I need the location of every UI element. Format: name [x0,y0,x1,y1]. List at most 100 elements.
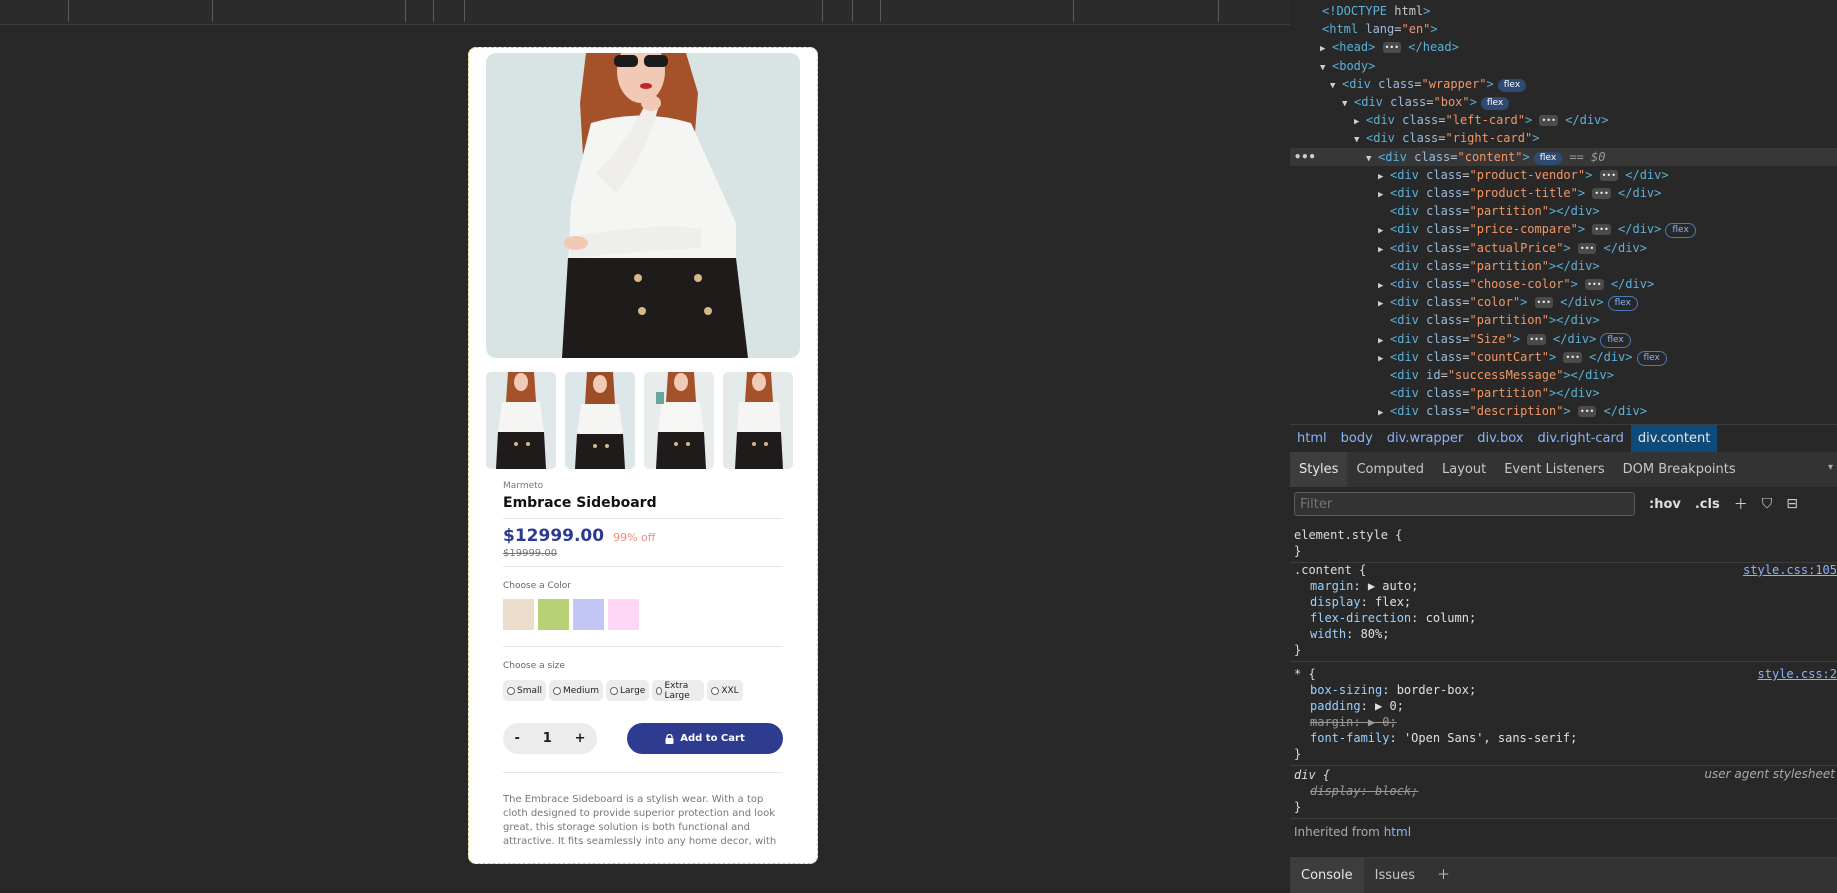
size-option-large[interactable]: Large [606,680,650,701]
css-property[interactable]: flex-direction: column; [1310,610,1476,626]
expand-icon[interactable]: ▶ [1378,404,1390,422]
tab-issues[interactable]: Issues [1364,858,1426,893]
add-tab-icon[interactable]: ＋ [1426,858,1461,893]
breadcrumb-item[interactable]: div.box [1470,425,1530,452]
styles-toolbar: :hov .cls ＋ ⛉ ⊟ [1290,487,1837,521]
color-swatch-lavender[interactable] [573,599,604,630]
dom-node[interactable]: ▶ <div class="actualPrice"> ••• </div> [1378,239,1647,257]
flex-badge[interactable]: flex [1497,78,1527,92]
styles-pane: element.style { } .content { style.css:1… [1290,521,1837,851]
universal-rule-selector[interactable]: * { [1294,666,1316,682]
color-swatch-beige[interactable] [503,599,534,630]
dom-node[interactable]: ▼ <div class="box"> flex [1342,93,1510,113]
dom-node[interactable]: ▼ <div class="right-card"> [1354,129,1539,147]
css-property[interactable]: font-family: 'Open Sans', sans-serif; [1310,730,1577,746]
css-property[interactable]: padding: ▶ 0; [1310,698,1404,714]
size-option-medium[interactable]: Medium [549,680,603,701]
page-viewport: Marmeto Embrace Sideboard $12999.00 99% … [0,0,1290,892]
radio-icon[interactable] [610,686,618,695]
add-to-cart-label: Add to Cart [680,733,745,744]
product-thumbnail[interactable] [644,372,714,469]
inherited-from-link[interactable]: html [1384,825,1411,839]
flex-badge[interactable]: flex [1533,151,1563,165]
dom-node[interactable]: ▼ <div class="wrapper"> flex [1330,75,1527,95]
quantity-increase-button[interactable]: + [575,731,586,746]
content-rule-selector[interactable]: .content { [1294,562,1366,578]
quantity-decrease-button[interactable]: - [514,731,519,746]
dom-node[interactable]: <div class="partition"></div> [1378,311,1600,329]
hov-toggle[interactable]: :hov [1649,497,1681,512]
breadcrumb-item[interactable]: html [1290,425,1334,452]
dom-node[interactable]: ▶ <div class="Size"> ••• </div> flex [1378,330,1631,348]
chevron-down-icon[interactable]: ▾ [1828,462,1833,473]
dom-node[interactable]: <div class="partition"></div> [1378,384,1600,402]
filter-input[interactable] [1294,492,1635,516]
flex-badge[interactable]: flex [1636,350,1667,366]
tab-computed[interactable]: Computed [1347,452,1433,487]
tab-event-listeners[interactable]: Event Listeners [1495,452,1613,487]
element-style-selector[interactable]: element.style { [1294,527,1402,543]
color-swatch-green[interactable] [538,599,569,630]
dom-node[interactable]: ▶ <div class="description"> ••• </div> [1378,402,1647,420]
color-swatches [503,599,783,630]
dom-node[interactable]: ▶ <div class="price-compare"> ••• </div> f… [1378,220,1696,239]
tab-layout[interactable]: Layout [1433,452,1495,487]
tab-console[interactable]: Console [1290,858,1364,893]
dom-node[interactable]: ▶ <div class="product-title"> ••• </div> [1378,184,1661,202]
expand-icon[interactable]: ▼ [1330,77,1342,95]
dom-node[interactable]: <!DOCTYPE html> [1310,2,1430,20]
expand-icon[interactable]: ▼ [1366,150,1378,168]
dom-tree: <!DOCTYPE html> <html lang="en"> ▶ <head> •… [1290,0,1837,424]
product-thumbnail[interactable] [486,372,556,469]
dom-node[interactable]: ▶ <div class="product-vendor"> ••• </div> [1378,166,1669,184]
css-property[interactable]: display: flex; [1310,594,1411,610]
tab-styles[interactable]: Styles [1290,452,1348,487]
flex-badge[interactable]: flex [1665,223,1696,239]
radio-icon[interactable] [656,686,663,695]
dom-node[interactable]: ▶ <head> ••• </head> [1320,38,1459,56]
product-thumbnail[interactable] [565,372,635,469]
css-property[interactable]: box-sizing: border-box; [1310,682,1476,698]
more-icon[interactable]: ••• [1294,148,1316,166]
cls-toggle[interactable]: .cls [1695,497,1720,512]
css-property[interactable]: margin: ▶ auto; [1310,578,1418,594]
dom-node[interactable]: <div class="partition"></div> [1378,202,1600,220]
universal-rule-source-link[interactable]: style.css:2 [1758,666,1837,682]
radio-icon[interactable] [553,686,561,695]
dom-node[interactable]: ▶ <div class="left-card"> ••• </div> [1354,111,1609,129]
dom-node[interactable]: <html lang="en"> [1310,20,1438,38]
flex-badge[interactable]: flex [1607,296,1638,312]
size-option-extra-large[interactable]: Extra Large [652,680,705,701]
dom-node[interactable]: ••• ▼ <div class="content"> flex == $0 [1290,147,1837,168]
size-option-xxl[interactable]: XXL [707,680,743,701]
product-main-image[interactable] [486,53,800,358]
css-property[interactable]: margin: ▶ 0; [1310,714,1397,730]
breadcrumb-item[interactable]: div.wrapper [1380,425,1470,452]
content-rule-source-link[interactable]: style.css:105 [1743,562,1837,578]
dom-node[interactable]: ▶ <div class="choose-color"> ••• </div> [1378,275,1654,293]
breadcrumb-item[interactable]: div.right-card [1530,425,1630,452]
size-option-small[interactable]: Small [503,680,546,701]
paint-brush-icon[interactable]: ⛉ [1762,496,1773,512]
expand-icon[interactable]: ▼ [1342,95,1354,113]
dom-node[interactable]: <div id="successMessage"></div> [1378,366,1614,384]
partition [503,566,783,567]
breadcrumb-item[interactable]: div.content [1630,425,1718,452]
dom-node[interactable]: ▶ <div class="countCart"> ••• </div> flex [1378,348,1667,366]
product-thumbnail[interactable] [723,372,793,469]
dom-node[interactable]: ▶ <div class="color"> ••• </div> flex [1378,293,1638,312]
radio-icon[interactable] [507,686,515,695]
add-to-cart-button[interactable]: Add to Cart [627,723,783,754]
css-property[interactable]: width: 80%; [1310,626,1389,642]
flex-badge[interactable]: flex [1600,332,1631,348]
flex-badge[interactable]: flex [1480,97,1510,110]
dom-node[interactable]: <div class="partition"></div> [1378,257,1600,275]
color-swatch-pink[interactable] [608,599,639,630]
sidebar-toggle-icon[interactable]: ⊟ [1786,496,1798,512]
add-rule-icon[interactable]: ＋ [1734,494,1748,514]
dom-node[interactable]: ▼ <body> [1320,57,1375,75]
breadcrumb-item[interactable]: body [1334,425,1380,452]
tab-dom-breakpoints[interactable]: DOM Breakpoints [1614,452,1745,487]
radio-icon[interactable] [711,686,720,695]
partition [503,646,783,647]
